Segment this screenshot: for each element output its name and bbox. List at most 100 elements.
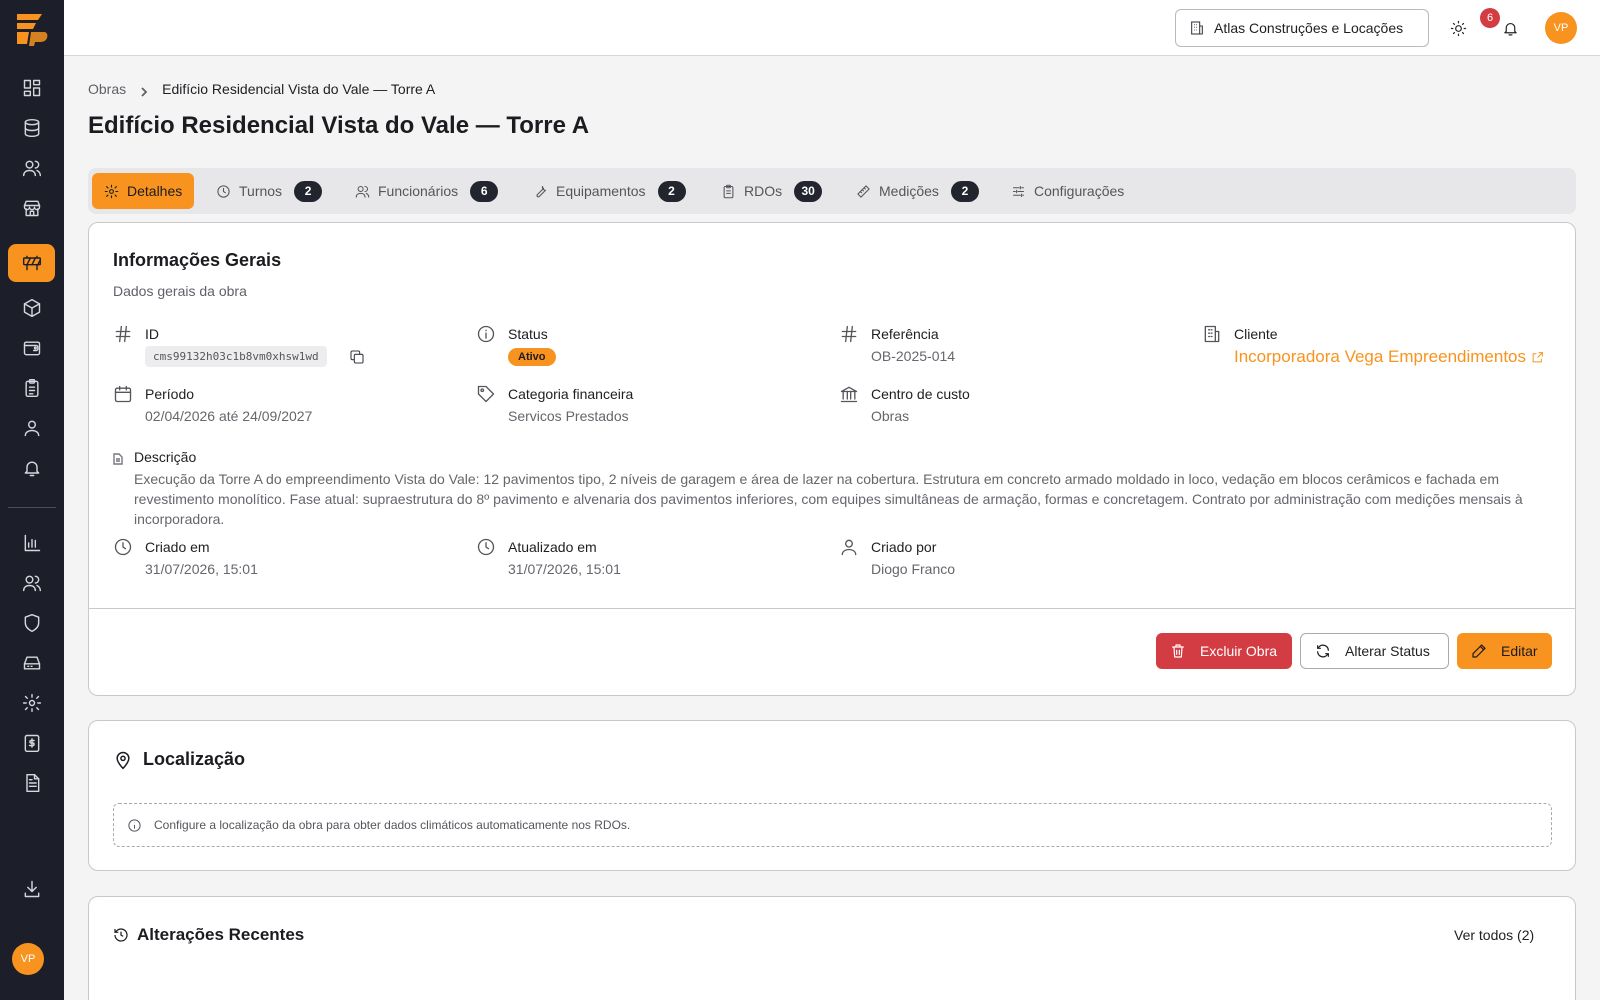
topbar: Atlas Construções e Locações 6 VP [64,0,1600,56]
wallet-icon [23,341,40,356]
button-label: Alterar Status [1345,643,1430,659]
delete-obra-button[interactable]: Excluir Obra [1156,633,1292,669]
recent-changes-card: Alterações Recentes Ver todos (2) [88,896,1576,1000]
sidebar-item-reports[interactable] [8,369,55,407]
sidebar: VP [0,0,64,1000]
tab-funcionarios[interactable]: Funcionários 6 [343,173,510,209]
tab-equipamentos[interactable]: Equipamentos 2 [521,173,698,209]
breadcrumb-current: Edifício Residencial Vista do Vale — Tor… [162,81,436,97]
tab-turnos[interactable]: Turnos 2 [204,173,334,209]
clock-icon [476,537,496,557]
building-icon [1191,21,1203,35]
tab-label: Configurações [1034,183,1125,199]
sidebar-item-profile[interactable] [8,409,55,447]
trash-icon [1172,644,1184,658]
settings-icon [104,184,119,198]
history-icon [114,928,128,942]
card-subtitle: Dados gerais da obra [113,283,247,299]
sidebar-item-database[interactable] [8,109,55,147]
sidebar-avatar[interactable]: VP [12,943,44,975]
notifications-button[interactable] [1498,16,1522,40]
bell-icon [24,461,39,477]
copy-icon[interactable] [349,349,367,367]
general-info-card: Informações Gerais Dados gerais da obra … [88,222,1576,696]
download-icon [24,880,39,898]
field-value: Diogo Franco [871,561,956,577]
building-icon [1202,324,1222,344]
external-link-icon [1532,351,1543,362]
tab-configuracoes[interactable]: Configurações [999,173,1136,209]
tab-label: Turnos [239,183,283,199]
tab-medicoes[interactable]: Medições 2 [844,173,991,209]
button-label: Excluir Obra [1200,643,1278,659]
company-selector-button[interactable]: Atlas Construções e Locações [1175,9,1429,47]
sidebar-item-analytics[interactable] [8,524,55,562]
bank-icon [839,384,859,404]
sidebar-item-store[interactable] [8,189,55,227]
dashboard-icon [23,79,40,97]
user-avatar[interactable]: VP [1545,12,1577,44]
tab-label: Funcionários [378,183,459,199]
tab-count-badge: 2 [294,180,323,202]
tab-count-badge: 30 [794,180,823,202]
sidebar-item-team[interactable] [8,564,55,602]
pencil-icon [1472,644,1486,658]
bell-icon [1503,22,1517,35]
wrench-icon [536,185,547,197]
field-label: Referência [871,326,939,342]
sidebar-item-settings[interactable] [8,684,55,722]
clipboard-icon [24,378,39,398]
users-icon [22,160,41,177]
team-icon [22,575,41,592]
sun-icon [1450,20,1466,36]
clipboard-icon [723,184,734,198]
field-value: Servicos Prestados [508,408,629,424]
company-logo[interactable] [14,10,50,46]
field-label: Categoria financeira [508,386,634,402]
field-label: Período [145,386,195,402]
calendar-icon [113,384,133,404]
field-label: ID [145,326,159,342]
tab-label: RDOs [744,183,783,199]
client-link[interactable]: Incorporadora Vega Empreendimentos [1234,347,1544,367]
location-note-text: Configure a localização da obra para obt… [154,818,631,832]
sidebar-item-dashboard[interactable] [8,69,55,107]
breadcrumb-link-obras[interactable]: Obras [88,81,126,97]
tab-label: Medições [879,183,939,199]
change-status-button[interactable]: Alterar Status [1300,633,1449,669]
sidebar-item-storage[interactable] [8,644,55,682]
tab-detalhes[interactable]: Detalhes [92,173,195,209]
bar-chart-icon [24,534,40,552]
theme-toggle-button[interactable] [1446,16,1470,40]
field-label: Atualizado em [508,539,597,555]
see-all-link[interactable]: Ver todos (2) [1454,927,1534,943]
package-icon [23,298,40,318]
tab-label: Detalhes [127,183,183,199]
sidebar-item-download[interactable] [8,870,55,908]
sidebar-item-obras[interactable] [8,244,55,282]
receipt-icon [24,734,39,753]
user-icon [24,420,39,437]
sidebar-item-notifications[interactable] [8,449,55,487]
client-name: Incorporadora Vega Empreendimentos [1234,347,1527,366]
field-label: Centro de custo [871,386,970,402]
sidebar-item-wallet[interactable] [8,329,55,367]
sidebar-item-documents[interactable] [8,764,55,802]
shield-icon [24,613,39,633]
tab-rdos[interactable]: RDOs 30 [709,173,834,209]
field-label: Criado em [145,539,210,555]
edit-button[interactable]: Editar [1457,633,1552,669]
location-card: Localização Configure a localização da o… [88,720,1576,871]
user-icon [839,537,859,557]
sidebar-item-security[interactable] [8,604,55,642]
sidebar-item-billing[interactable] [8,724,55,762]
store-icon [23,200,40,217]
file-text-icon [25,773,39,793]
sidebar-item-users[interactable] [8,149,55,187]
location-config-note[interactable]: Configure a localização da obra para obt… [113,803,1552,847]
chevron-right-icon [139,84,149,97]
clock-icon [113,537,133,557]
sidebar-item-products[interactable] [8,289,55,327]
ruler-icon [857,184,870,198]
breadcrumb: Obras Edifício Residencial Vista do Vale… [88,81,435,97]
